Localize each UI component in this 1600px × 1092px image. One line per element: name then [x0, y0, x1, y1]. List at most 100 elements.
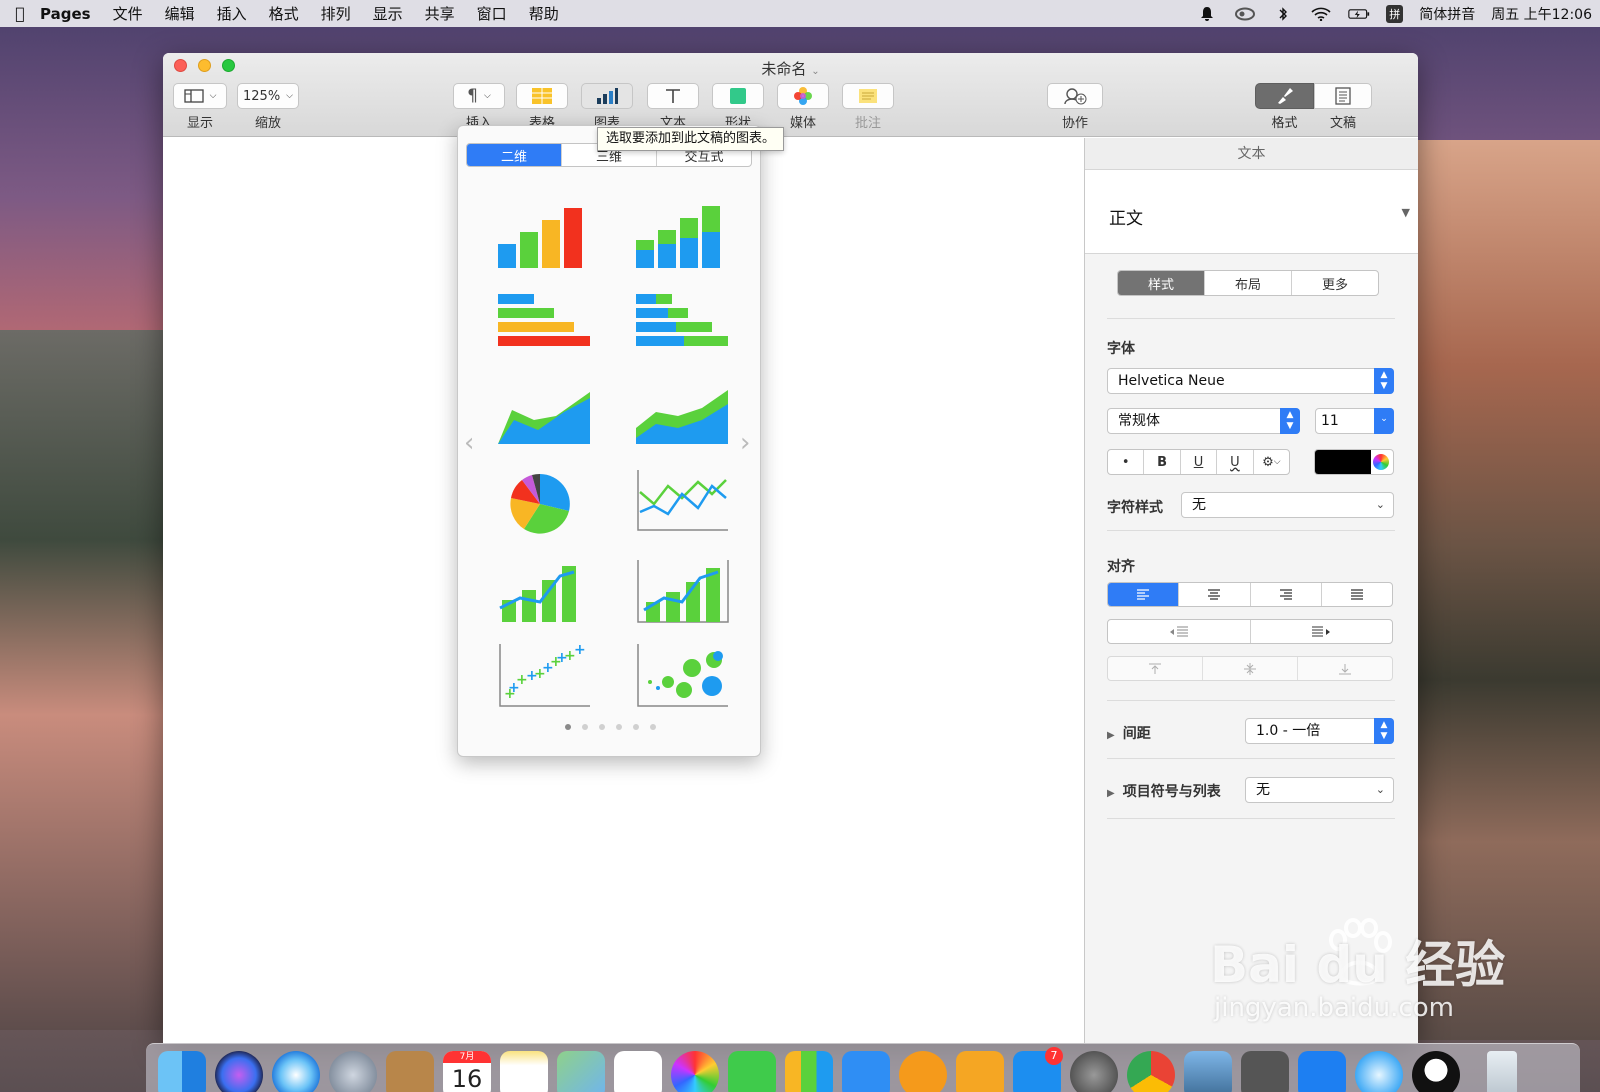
align-top-button[interactable] [1108, 657, 1203, 680]
chart-type-two-axis[interactable] [632, 554, 732, 634]
menu-arrange[interactable]: 排列 [321, 3, 351, 24]
page-dot-1[interactable] [564, 724, 571, 730]
chart-type-stacked-area[interactable] [632, 378, 732, 458]
paragraph-style-dropdown-icon[interactable]: ▼ [1402, 206, 1410, 219]
document-button[interactable] [1314, 83, 1372, 109]
input-method-icon[interactable]: 拼 [1386, 4, 1404, 23]
strikethrough-button[interactable]: U [1217, 450, 1254, 474]
text-options-gear-icon[interactable]: ⚙ ⌵ [1254, 450, 1289, 474]
dock-keynote-icon[interactable] [842, 1051, 890, 1092]
zoom-select[interactable]: 125% ⌵ [237, 83, 299, 109]
app-menu[interactable]: Pages [40, 5, 91, 23]
page-dot-6[interactable] [649, 724, 656, 730]
previous-page-chevron-icon[interactable]: ‹ [464, 428, 474, 458]
menu-insert[interactable]: 插入 [217, 3, 247, 24]
char-style-select[interactable]: 无 ⌄ [1181, 492, 1394, 518]
apple-menu-icon[interactable]:  [0, 4, 40, 23]
menubar-clock[interactable]: 周五 上午12:06 [1491, 4, 1592, 24]
chart-type-bar[interactable] [494, 288, 594, 368]
dock-notes-icon[interactable] [500, 1051, 548, 1092]
notification-bell-icon[interactable] [1196, 6, 1218, 22]
align-bottom-button[interactable] [1298, 657, 1392, 680]
subtab-more[interactable]: 更多 [1292, 271, 1378, 295]
dock-trash-icon[interactable] [1487, 1051, 1517, 1092]
creative-cloud-icon[interactable] [1234, 6, 1256, 22]
bold-button[interactable]: B [1144, 450, 1181, 474]
font-family-select[interactable]: Helvetica Neue ▲ ▼ [1107, 368, 1394, 394]
menu-edit[interactable]: 编辑 [165, 3, 195, 24]
dock-calculator-icon[interactable] [1241, 1051, 1289, 1092]
text-button[interactable] [647, 83, 699, 109]
spacing-select[interactable]: 1.0 - 一倍 ▲ ▼ [1245, 718, 1394, 744]
dock-messages-icon[interactable] [1355, 1051, 1403, 1092]
dock-books-icon[interactable] [899, 1051, 947, 1092]
insert-button[interactable]: ¶ ⌵ [453, 83, 505, 109]
spacing-disclosure[interactable]: ▶ 间距 [1107, 723, 1151, 743]
font-size-select[interactable]: 11 ⌄ [1315, 408, 1394, 434]
page-dot-4[interactable] [615, 724, 622, 730]
decrease-indent-button[interactable] [1108, 620, 1251, 643]
italic-button[interactable]: • [1108, 450, 1145, 474]
dock-maps-icon[interactable] [557, 1051, 605, 1092]
dock-system-preferences-icon[interactable] [1070, 1051, 1118, 1092]
menu-window[interactable]: 窗口 [477, 3, 507, 24]
text-color-well[interactable] [1314, 449, 1394, 475]
dock-photos-icon[interactable] [671, 1051, 719, 1092]
menu-format[interactable]: 格式 [269, 3, 299, 24]
shape-button[interactable] [712, 83, 764, 109]
battery-charging-icon[interactable] [1348, 6, 1370, 22]
sidebar-tab-text[interactable]: 文本 [1085, 138, 1418, 170]
chart-type-area[interactable] [494, 378, 594, 458]
table-button[interactable] [516, 83, 568, 109]
page-dot-5[interactable] [632, 724, 639, 730]
paragraph-style-picker[interactable]: 正文 ▼ [1085, 170, 1418, 254]
chart-type-line[interactable] [632, 464, 732, 544]
dock-launchpad-icon[interactable] [329, 1051, 377, 1092]
chart-type-scatter[interactable]: ++ ++ + ++ ++ + [494, 638, 594, 718]
dock-siri-icon[interactable] [215, 1051, 263, 1092]
align-left-button[interactable] [1108, 583, 1180, 606]
page-dot-2[interactable] [581, 724, 588, 730]
chart-type-pie[interactable] [494, 464, 594, 544]
chart-type-mixed[interactable] [494, 554, 594, 634]
dock-app-store-icon[interactable]: 7 [1013, 1047, 1063, 1092]
dock-qq-browser-icon[interactable] [1298, 1051, 1346, 1092]
bluetooth-icon[interactable] [1272, 6, 1294, 22]
font-typeface-select[interactable]: 常规体 ▲ ▼ [1107, 408, 1300, 434]
dock-calendar-icon[interactable]: 7月 16 [443, 1051, 491, 1092]
dock-pages-icon[interactable] [956, 1051, 1004, 1092]
dock-facetime-icon[interactable] [728, 1051, 776, 1092]
subtab-style[interactable]: 样式 [1118, 271, 1205, 295]
dock-safari-icon[interactable] [272, 1051, 320, 1092]
input-method-label[interactable]: 简体拼音 [1419, 4, 1475, 24]
bullets-disclosure[interactable]: ▶ 项目符号与列表 [1107, 781, 1221, 801]
media-button[interactable] [777, 83, 829, 109]
collaborate-button[interactable] [1047, 83, 1103, 109]
bullets-select[interactable]: 无 ⌄ [1245, 777, 1394, 803]
subtab-layout[interactable]: 布局 [1205, 271, 1292, 295]
increase-indent-button[interactable] [1251, 620, 1393, 643]
dock-numbers-icon[interactable] [785, 1051, 833, 1092]
dock-qq-icon[interactable] [1412, 1051, 1460, 1092]
dock-chrome-icon[interactable] [1127, 1051, 1175, 1092]
page-dot-3[interactable] [598, 724, 605, 730]
menu-file[interactable]: 文件 [113, 3, 143, 24]
dock-contacts-icon[interactable] [386, 1051, 434, 1092]
chart-button[interactable] [581, 83, 633, 109]
align-justify-button[interactable] [1322, 583, 1392, 606]
color-wheel-icon[interactable] [1373, 454, 1389, 470]
view-button[interactable]: ⌵ [173, 83, 227, 109]
dock-finder-icon[interactable] [158, 1051, 206, 1092]
menu-view[interactable]: 显示 [373, 3, 403, 24]
next-page-chevron-icon[interactable]: › [740, 428, 750, 458]
menu-help[interactable]: 帮助 [529, 3, 559, 24]
document-title[interactable]: 未命名 ⌄ [163, 58, 1418, 79]
align-middle-button[interactable] [1203, 657, 1298, 680]
chart-type-bubble[interactable] [632, 638, 732, 718]
align-right-button[interactable] [1251, 583, 1322, 606]
format-button[interactable] [1255, 83, 1314, 109]
align-center-button[interactable] [1179, 583, 1251, 606]
chart-type-stacked-column[interactable] [632, 198, 732, 278]
dock-preview-icon[interactable] [1184, 1051, 1232, 1092]
tab-2d[interactable]: 二维 [467, 144, 562, 166]
